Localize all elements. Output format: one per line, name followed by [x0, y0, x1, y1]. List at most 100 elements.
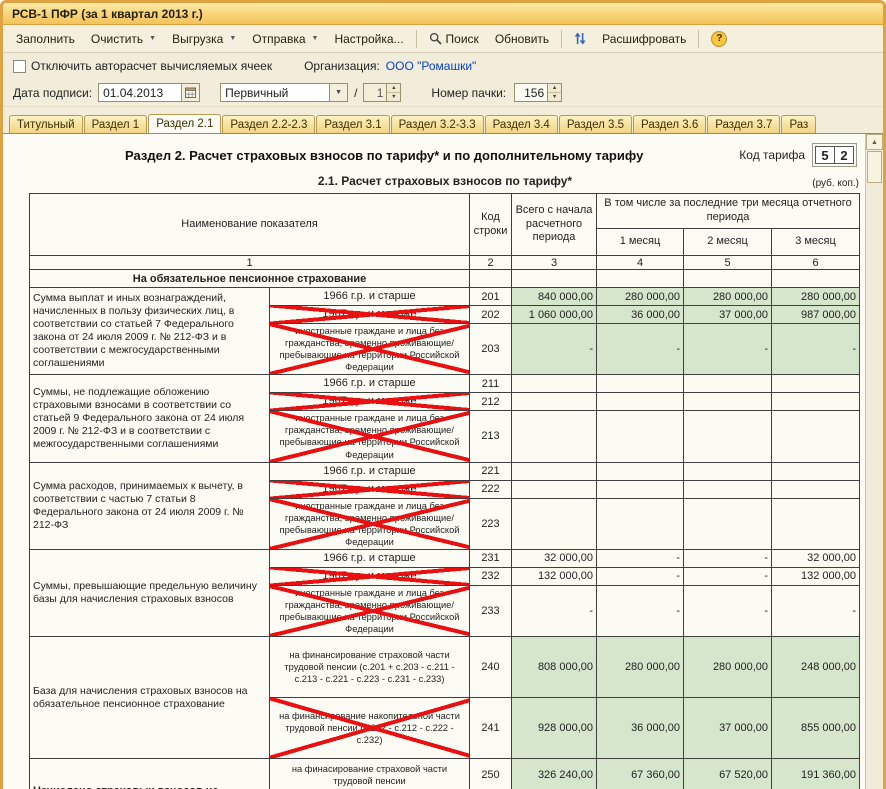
organization-value[interactable]: ООО "Ромашки": [386, 59, 477, 73]
value-cell[interactable]: 855 000,00: [770, 697, 861, 760]
value-cell[interactable]: 67 360,00: [596, 758, 684, 789]
search-button[interactable]: Поиск: [421, 28, 487, 50]
value-cell[interactable]: [683, 479, 772, 499]
tab-section-3-6[interactable]: Раздел 3.6: [633, 115, 707, 133]
value-cell[interactable]: 808 000,00: [511, 636, 597, 699]
value-cell[interactable]: [596, 410, 684, 463]
tariff-digit-cell[interactable]: 2: [834, 146, 854, 164]
value-cell[interactable]: 248 000,00: [770, 636, 861, 699]
value-cell[interactable]: 280 000,00: [683, 287, 772, 306]
window-titlebar[interactable]: РСВ-1 ПФР (за 1 квартал 2013 г.): [3, 3, 883, 25]
value-cell[interactable]: 36 000,00: [596, 305, 684, 324]
value-cell[interactable]: [596, 479, 684, 499]
value-cell[interactable]: 840 000,00: [511, 287, 597, 306]
value-cell[interactable]: [683, 410, 772, 463]
fill-button[interactable]: Заполнить: [8, 28, 83, 50]
settings-button[interactable]: Настройка...: [326, 28, 411, 50]
report-type-value[interactable]: Первичный: [221, 84, 329, 101]
calendar-button[interactable]: [181, 84, 200, 101]
value-cell[interactable]: [596, 461, 684, 481]
send-button[interactable]: Отправка ▼: [244, 28, 326, 50]
tab-section-3-5[interactable]: Раздел 3.5: [558, 115, 633, 133]
value-cell[interactable]: [596, 497, 684, 550]
value-cell[interactable]: [511, 374, 597, 394]
value-cell[interactable]: [770, 497, 861, 550]
sign-date-input[interactable]: 01.04.2013: [98, 83, 201, 102]
value-cell[interactable]: [511, 479, 597, 499]
value-cell[interactable]: 280 000,00: [596, 636, 684, 699]
pack-spin-buttons[interactable]: ▲ ▼: [547, 84, 562, 101]
value-cell[interactable]: 32 000,00: [511, 548, 597, 568]
value-cell[interactable]: -: [596, 566, 684, 586]
value-cell[interactable]: [511, 461, 597, 481]
tab-section-2-2-3[interactable]: Раздел 2.2-2.3: [222, 115, 316, 133]
value-cell[interactable]: 132 000,00: [511, 566, 597, 586]
value-cell[interactable]: -: [596, 548, 684, 568]
value-cell[interactable]: -: [511, 584, 597, 638]
autocalc-checkbox[interactable]: Отключить авторасчет вычисляемых ячеек: [13, 59, 272, 73]
value-cell[interactable]: [596, 374, 684, 394]
value-cell[interactable]: 280 000,00: [770, 287, 861, 306]
scroll-thumb[interactable]: [867, 151, 882, 183]
value-cell[interactable]: [511, 410, 597, 463]
value-cell[interactable]: -: [770, 322, 861, 376]
value-cell[interactable]: 32 000,00: [770, 548, 861, 568]
value-cell[interactable]: [770, 392, 861, 412]
value-cell[interactable]: -: [511, 322, 597, 376]
refresh-button[interactable]: Обновить: [487, 28, 557, 50]
value-cell[interactable]: 132 000,00: [770, 566, 861, 586]
value-cell[interactable]: [596, 392, 684, 412]
scroll-up-button[interactable]: ▲: [866, 134, 883, 150]
pack-number-value[interactable]: 156: [515, 84, 548, 101]
value-cell[interactable]: -: [770, 584, 861, 638]
report-type-dropdown-button[interactable]: ▼: [329, 84, 348, 101]
decrypt-button[interactable]: Расшифровать: [594, 28, 694, 50]
value-cell[interactable]: -: [683, 566, 772, 586]
tariff-digit-cell[interactable]: 5: [815, 146, 835, 164]
export-button[interactable]: Выгрузка ▼: [164, 28, 244, 50]
value-cell[interactable]: -: [683, 584, 772, 638]
checkbox-box-icon[interactable]: [13, 59, 26, 73]
value-cell[interactable]: [683, 392, 772, 412]
value-cell[interactable]: -: [683, 322, 772, 376]
value-cell[interactable]: [683, 461, 772, 481]
clear-button[interactable]: Очистить ▼: [83, 28, 164, 50]
value-cell[interactable]: 191 360,00: [770, 758, 861, 789]
report-type-select[interactable]: Первичный ▼: [220, 83, 349, 102]
value-cell[interactable]: 280 000,00: [683, 636, 772, 699]
value-cell[interactable]: -: [596, 322, 684, 376]
value-cell[interactable]: 1 060 000,00: [511, 305, 597, 324]
value-cell[interactable]: [770, 410, 861, 463]
value-cell[interactable]: [770, 461, 861, 481]
value-cell[interactable]: 987 000,00: [770, 305, 861, 324]
vertical-scrollbar[interactable]: ▲: [865, 134, 883, 789]
value-cell[interactable]: -: [683, 548, 772, 568]
tab-section-1[interactable]: Раздел 1: [83, 115, 148, 133]
value-cell[interactable]: 36 000,00: [596, 697, 684, 760]
tab-section-next[interactable]: Раз: [781, 115, 817, 133]
value-cell[interactable]: [511, 497, 597, 550]
pack-number-stepper[interactable]: 156 ▲ ▼: [514, 83, 563, 102]
tab-section-3-2-3[interactable]: Раздел 3.2-3.3: [390, 115, 484, 133]
tab-section-2-1[interactable]: Раздел 2.1: [148, 114, 222, 133]
sign-date-value[interactable]: 01.04.2013: [99, 84, 181, 101]
tab-section-3-4[interactable]: Раздел 3.4: [484, 115, 558, 133]
tab-section-3-7[interactable]: Раздел 3.7: [707, 115, 781, 133]
value-cell[interactable]: 326 240,00: [511, 758, 597, 789]
revision-spin-buttons[interactable]: ▲ ▼: [386, 84, 401, 101]
value-cell[interactable]: [770, 479, 861, 499]
tab-section-3-1[interactable]: Раздел 3.1: [316, 115, 390, 133]
value-cell[interactable]: [683, 497, 772, 550]
value-cell[interactable]: 37 000,00: [683, 305, 772, 324]
value-cell[interactable]: 67 520,00: [683, 758, 772, 789]
revision-number-stepper[interactable]: 1 ▲ ▼: [363, 83, 402, 102]
value-cell[interactable]: [770, 374, 861, 394]
value-cell[interactable]: -: [596, 584, 684, 638]
revision-number-value[interactable]: 1: [364, 84, 387, 101]
value-cell[interactable]: [511, 392, 597, 412]
tab-title-page[interactable]: Титульный: [9, 115, 83, 133]
value-cell[interactable]: 928 000,00: [511, 697, 597, 760]
value-cell[interactable]: [683, 374, 772, 394]
value-cell[interactable]: 280 000,00: [596, 287, 684, 306]
help-button[interactable]: ?: [703, 27, 735, 51]
